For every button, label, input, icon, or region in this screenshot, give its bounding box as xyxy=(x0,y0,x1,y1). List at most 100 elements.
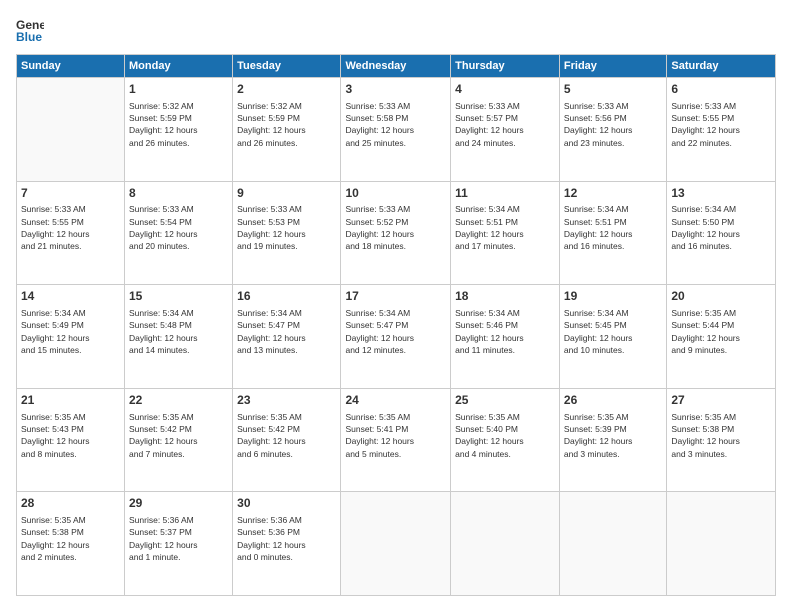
weekday-header-saturday: Saturday xyxy=(667,55,776,78)
day-info: Sunrise: 5:33 AM Sunset: 5:58 PM Dayligh… xyxy=(345,100,446,149)
calendar-cell: 18Sunrise: 5:34 AM Sunset: 5:46 PM Dayli… xyxy=(451,285,560,389)
calendar-cell: 25 Sunrise: 5:35 AM Sunset: 5:40 PM Dayli… xyxy=(451,388,560,492)
day-info: Sunrise: 5:35 AM Sunset: 5:38 PM Dayligh… xyxy=(21,514,120,563)
day-number: 29 xyxy=(129,495,228,512)
day-info: Sunrise: 5:36 AM Sunset: 5:37 PM Dayligh… xyxy=(129,514,228,563)
day-number: 4 xyxy=(455,81,555,98)
day-info: Sunrise: 5:34 AM Sunset: 5:48 PM Dayligh… xyxy=(129,307,228,356)
day-info: Sunrise: 5:33 AM Sunset: 5:54 PM Dayligh… xyxy=(129,203,228,252)
day-number: 2 xyxy=(237,81,336,98)
calendar-cell: 13Sunrise: 5:34 AM Sunset: 5:50 PM Dayli… xyxy=(667,181,776,285)
day-info: Sunrise: 5:35 AM Sunset: 5:40 PM Dayligh… xyxy=(455,411,555,460)
weekday-header-friday: Friday xyxy=(559,55,666,78)
calendar-cell: 4 Sunrise: 5:33 AM Sunset: 5:57 PM Daylig… xyxy=(451,78,560,182)
calendar-cell: 15Sunrise: 5:34 AM Sunset: 5:48 PM Dayli… xyxy=(125,285,233,389)
calendar-cell: 6 Sunrise: 5:33 AM Sunset: 5:55 PM Daylig… xyxy=(667,78,776,182)
day-number: 28 xyxy=(21,495,120,512)
header: General Blue xyxy=(16,16,776,44)
day-number: 25 xyxy=(455,392,555,409)
day-number: 3 xyxy=(345,81,446,98)
day-number: 17 xyxy=(345,288,446,305)
day-number: 13 xyxy=(671,185,771,202)
weekday-header-wednesday: Wednesday xyxy=(341,55,451,78)
calendar-cell: 1Sunrise: 5:32 AM Sunset: 5:59 PM Daylig… xyxy=(125,78,233,182)
svg-text:Blue: Blue xyxy=(16,30,42,44)
day-info: Sunrise: 5:34 AM Sunset: 5:47 PM Dayligh… xyxy=(237,307,336,356)
calendar-cell xyxy=(451,492,560,596)
calendar-cell: 12Sunrise: 5:34 AM Sunset: 5:51 PM Dayli… xyxy=(559,181,666,285)
day-number: 27 xyxy=(671,392,771,409)
day-info: Sunrise: 5:36 AM Sunset: 5:36 PM Dayligh… xyxy=(237,514,336,563)
calendar-cell: 19 Sunrise: 5:34 AM Sunset: 5:45 PM Dayli… xyxy=(559,285,666,389)
calendar-cell: 10Sunrise: 5:33 AM Sunset: 5:52 PM Dayli… xyxy=(341,181,451,285)
day-info: Sunrise: 5:34 AM Sunset: 5:45 PM Dayligh… xyxy=(564,307,662,356)
calendar-cell xyxy=(559,492,666,596)
calendar-week-row: 14 Sunrise: 5:34 AM Sunset: 5:49 PM Dayli… xyxy=(17,285,776,389)
day-number: 14 xyxy=(21,288,120,305)
page: General Blue SundayMondayTuesdayWednesda… xyxy=(0,0,792,612)
day-info: Sunrise: 5:34 AM Sunset: 5:51 PM Dayligh… xyxy=(564,203,662,252)
day-number: 16 xyxy=(237,288,336,305)
day-number: 21 xyxy=(21,392,120,409)
day-info: Sunrise: 5:34 AM Sunset: 5:49 PM Dayligh… xyxy=(21,307,120,356)
day-number: 26 xyxy=(564,392,662,409)
day-info: Sunrise: 5:33 AM Sunset: 5:56 PM Dayligh… xyxy=(564,100,662,149)
calendar-week-row: 21 Sunrise: 5:35 AM Sunset: 5:43 PM Dayli… xyxy=(17,388,776,492)
weekday-header-thursday: Thursday xyxy=(451,55,560,78)
day-info: Sunrise: 5:33 AM Sunset: 5:52 PM Dayligh… xyxy=(345,203,446,252)
calendar-cell: 21 Sunrise: 5:35 AM Sunset: 5:43 PM Dayli… xyxy=(17,388,125,492)
weekday-header-tuesday: Tuesday xyxy=(233,55,341,78)
weekday-header-row: SundayMondayTuesdayWednesdayThursdayFrid… xyxy=(17,55,776,78)
day-info: Sunrise: 5:35 AM Sunset: 5:39 PM Dayligh… xyxy=(564,411,662,460)
day-info: Sunrise: 5:35 AM Sunset: 5:41 PM Dayligh… xyxy=(345,411,446,460)
day-info: Sunrise: 5:34 AM Sunset: 5:51 PM Dayligh… xyxy=(455,203,555,252)
day-info: Sunrise: 5:32 AM Sunset: 5:59 PM Dayligh… xyxy=(237,100,336,149)
calendar-cell: 8Sunrise: 5:33 AM Sunset: 5:54 PM Daylig… xyxy=(125,181,233,285)
calendar-week-row: 7Sunrise: 5:33 AM Sunset: 5:55 PM Daylig… xyxy=(17,181,776,285)
calendar-cell: 7Sunrise: 5:33 AM Sunset: 5:55 PM Daylig… xyxy=(17,181,125,285)
day-number: 24 xyxy=(345,392,446,409)
day-number: 30 xyxy=(237,495,336,512)
day-info: Sunrise: 5:33 AM Sunset: 5:57 PM Dayligh… xyxy=(455,100,555,149)
day-info: Sunrise: 5:32 AM Sunset: 5:59 PM Dayligh… xyxy=(129,100,228,149)
day-info: Sunrise: 5:33 AM Sunset: 5:55 PM Dayligh… xyxy=(671,100,771,149)
weekday-header-monday: Monday xyxy=(125,55,233,78)
day-number: 19 xyxy=(564,288,662,305)
day-number: 5 xyxy=(564,81,662,98)
day-info: Sunrise: 5:35 AM Sunset: 5:38 PM Dayligh… xyxy=(671,411,771,460)
day-number: 20 xyxy=(671,288,771,305)
calendar-cell: 14 Sunrise: 5:34 AM Sunset: 5:49 PM Dayli… xyxy=(17,285,125,389)
day-number: 9 xyxy=(237,185,336,202)
day-number: 12 xyxy=(564,185,662,202)
calendar-table: SundayMondayTuesdayWednesdayThursdayFrid… xyxy=(16,54,776,596)
day-info: Sunrise: 5:33 AM Sunset: 5:53 PM Dayligh… xyxy=(237,203,336,252)
weekday-header-sunday: Sunday xyxy=(17,55,125,78)
calendar-cell: 24 Sunrise: 5:35 AM Sunset: 5:41 PM Dayli… xyxy=(341,388,451,492)
day-number: 10 xyxy=(345,185,446,202)
calendar-cell: 3 Sunrise: 5:33 AM Sunset: 5:58 PM Daylig… xyxy=(341,78,451,182)
calendar-week-row: 1Sunrise: 5:32 AM Sunset: 5:59 PM Daylig… xyxy=(17,78,776,182)
calendar-cell: 30 Sunrise: 5:36 AM Sunset: 5:36 PM Dayli… xyxy=(233,492,341,596)
day-info: Sunrise: 5:35 AM Sunset: 5:42 PM Dayligh… xyxy=(129,411,228,460)
day-info: Sunrise: 5:35 AM Sunset: 5:42 PM Dayligh… xyxy=(237,411,336,460)
day-number: 8 xyxy=(129,185,228,202)
calendar-cell xyxy=(341,492,451,596)
calendar-cell: 22 Sunrise: 5:35 AM Sunset: 5:42 PM Dayli… xyxy=(125,388,233,492)
day-info: Sunrise: 5:34 AM Sunset: 5:46 PM Dayligh… xyxy=(455,307,555,356)
day-number: 6 xyxy=(671,81,771,98)
day-number: 23 xyxy=(237,392,336,409)
calendar-cell: 17 Sunrise: 5:34 AM Sunset: 5:47 PM Dayli… xyxy=(341,285,451,389)
day-number: 11 xyxy=(455,185,555,202)
calendar-cell: 29 Sunrise: 5:36 AM Sunset: 5:37 PM Dayli… xyxy=(125,492,233,596)
day-info: Sunrise: 5:33 AM Sunset: 5:55 PM Dayligh… xyxy=(21,203,120,252)
calendar-cell: 26 Sunrise: 5:35 AM Sunset: 5:39 PM Dayli… xyxy=(559,388,666,492)
calendar-cell: 9Sunrise: 5:33 AM Sunset: 5:53 PM Daylig… xyxy=(233,181,341,285)
day-number: 22 xyxy=(129,392,228,409)
calendar-cell: 5 Sunrise: 5:33 AM Sunset: 5:56 PM Daylig… xyxy=(559,78,666,182)
day-number: 7 xyxy=(21,185,120,202)
calendar-cell: 27 Sunrise: 5:35 AM Sunset: 5:38 PM Dayli… xyxy=(667,388,776,492)
calendar-cell xyxy=(667,492,776,596)
day-info: Sunrise: 5:35 AM Sunset: 5:43 PM Dayligh… xyxy=(21,411,120,460)
day-info: Sunrise: 5:34 AM Sunset: 5:47 PM Dayligh… xyxy=(345,307,446,356)
calendar-week-row: 28 Sunrise: 5:35 AM Sunset: 5:38 PM Dayli… xyxy=(17,492,776,596)
